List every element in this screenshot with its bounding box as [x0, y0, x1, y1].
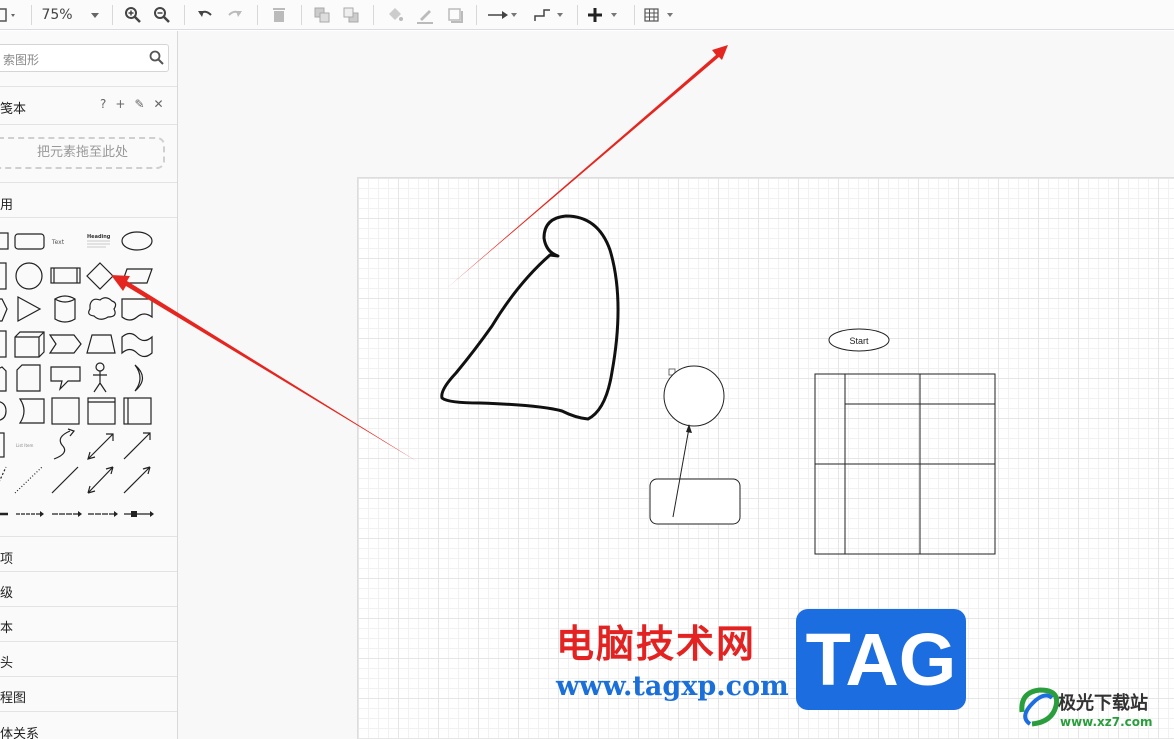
watermark-tag-logo: TAG — [796, 609, 966, 710]
start-label: Start — [849, 336, 869, 346]
site-name: 极光下载站 — [1058, 693, 1148, 714]
watermark-url: www.tagxp.com — [556, 671, 789, 702]
freehand-shape[interactable] — [440, 214, 620, 421]
table-shape[interactable] — [814, 373, 996, 555]
annotation-arrow-left — [111, 275, 418, 462]
watermark-title: 电脑技术网 — [556, 622, 757, 666]
site-logo — [1019, 687, 1060, 727]
site-url: www.xz7.com — [1060, 715, 1153, 729]
rounded-rectangle[interactable] — [649, 478, 741, 525]
annotation-arrow-up — [447, 45, 728, 288]
circle-shape[interactable] — [663, 365, 725, 427]
